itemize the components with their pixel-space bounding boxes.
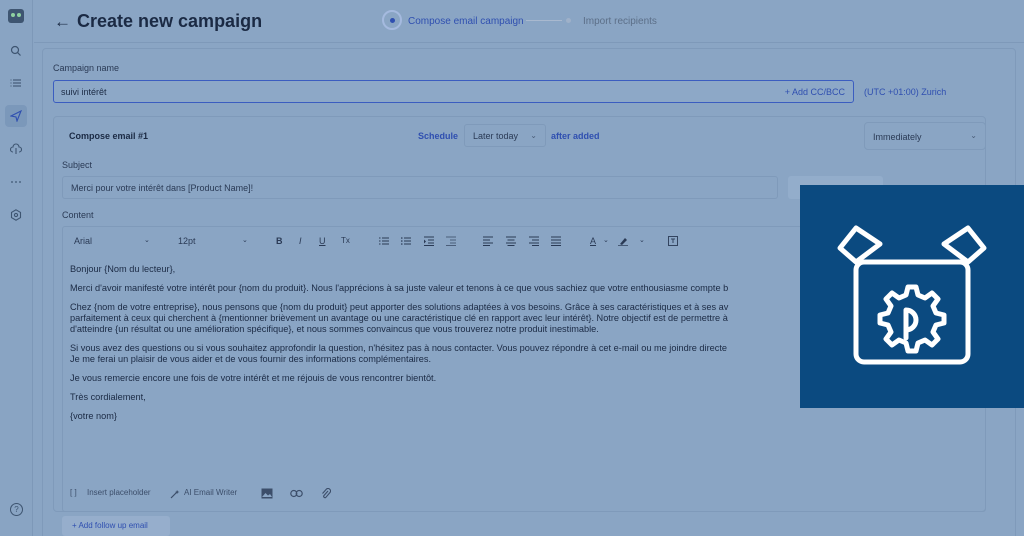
clear-format-button[interactable]: Tx xyxy=(341,230,350,252)
step-active-indicator xyxy=(382,10,402,30)
chevron-down-icon: ⌄ xyxy=(603,237,609,244)
cloud-upload-icon[interactable] xyxy=(5,138,27,160)
step-inactive-indicator xyxy=(566,18,571,23)
insert-placeholder-button[interactable]: Insert placeholder xyxy=(87,488,151,497)
subject-input[interactable]: Merci pour votre intérêt dans [Product N… xyxy=(62,176,778,199)
send-icon[interactable] xyxy=(5,105,27,127)
underline-button[interactable]: U xyxy=(319,230,326,252)
font-family-select[interactable]: Arial xyxy=(74,230,92,252)
font-size-select[interactable]: 12pt xyxy=(178,230,196,252)
email-signature: {votre nom} xyxy=(70,411,117,421)
bold-button[interactable]: B xyxy=(276,230,283,252)
timing-select-value: Immediately xyxy=(873,132,922,142)
compose-email-title: Compose email #1 xyxy=(69,131,149,141)
indent-icon[interactable] xyxy=(424,236,434,246)
magic-pen-icon xyxy=(170,490,180,499)
plugin-box-gear-icon xyxy=(837,225,987,365)
campaign-name-input[interactable]: suivi intérêt + Add CC/BCC xyxy=(53,80,854,103)
search-icon[interactable] xyxy=(5,40,27,62)
email-paragraph: Si vous avez des questions ou si vous so… xyxy=(70,343,728,353)
outdent-icon[interactable] xyxy=(446,236,456,246)
chevron-down-icon: ⌄ xyxy=(530,131,537,140)
add-cc-bcc-button[interactable]: + Add CC/BCC xyxy=(785,87,845,97)
step-import[interactable]: Import recipients xyxy=(583,16,657,27)
email-paragraph-cont: d'atteindre {un résultat ou une améliora… xyxy=(70,324,599,334)
email-paragraph: Merci d'avoir manifesté votre intérêt po… xyxy=(70,283,729,293)
schedule-label: Schedule xyxy=(418,131,459,141)
bullet-list-icon[interactable] xyxy=(401,236,411,246)
plugin-logo-card xyxy=(800,185,1024,408)
email-paragraph-cont: parfaitement à ceux qui cherchent à {men… xyxy=(70,313,728,323)
align-center-icon[interactable] xyxy=(506,236,516,246)
email-body[interactable]: Bonjour {Nom du lecteur}, Merci d'avoir … xyxy=(70,264,810,430)
italic-button[interactable]: I xyxy=(299,230,302,252)
align-justify-icon[interactable] xyxy=(551,236,561,246)
schedule-select[interactable]: Later today ⌄ xyxy=(464,124,546,147)
content-label: Content xyxy=(62,210,94,220)
logo-icon[interactable] xyxy=(8,9,24,23)
sidebar: ? xyxy=(0,0,33,536)
highlight-icon[interactable] xyxy=(618,236,628,246)
email-signoff: Très cordialement, xyxy=(70,392,146,402)
campaign-name-label: Campaign name xyxy=(53,63,120,73)
email-paragraph: Je vous remercie encore une fois de votr… xyxy=(70,373,437,383)
chevron-down-icon: ⌄ xyxy=(639,237,645,244)
chevron-down-icon: ⌄ xyxy=(242,237,248,244)
align-left-icon[interactable] xyxy=(483,236,493,246)
list-icon[interactable] xyxy=(5,72,27,94)
subject-label: Subject xyxy=(62,160,93,170)
email-paragraph: Chez {nom de votre entreprise}, nous pen… xyxy=(70,302,729,312)
back-arrow-icon[interactable]: ← xyxy=(54,12,71,32)
link-icon[interactable] xyxy=(290,489,303,498)
page-title: Create new campaign xyxy=(77,11,263,31)
timezone-link[interactable]: (UTC +01:00) Zurich xyxy=(864,87,946,97)
help-icon[interactable]: ? xyxy=(10,503,23,516)
step-compose[interactable]: Compose email campaign xyxy=(408,16,524,27)
chevron-down-icon: ⌄ xyxy=(144,237,150,244)
text-color-button[interactable]: A xyxy=(590,230,596,252)
ai-email-writer-button[interactable]: AI Email Writer xyxy=(184,488,237,497)
timing-select[interactable]: Immediately ⌄ xyxy=(864,122,986,150)
header-divider xyxy=(34,42,1024,43)
more-icon[interactable] xyxy=(5,171,27,193)
align-right-icon[interactable] xyxy=(529,236,539,246)
add-follow-up-button[interactable]: + Add follow up email xyxy=(62,516,170,536)
email-greeting: Bonjour {Nom du lecteur}, xyxy=(70,264,176,274)
campaign-name-value: suivi intérêt xyxy=(61,87,107,97)
attachment-icon[interactable] xyxy=(321,488,331,499)
schedule-select-value: Later today xyxy=(473,131,519,141)
settings-icon[interactable] xyxy=(5,204,27,226)
chevron-down-icon: ⌄ xyxy=(970,131,977,140)
ordered-list-icon[interactable] xyxy=(379,236,389,246)
placeholder-bracket-icon: [ ] xyxy=(70,488,77,497)
email-paragraph-cont: Je me ferai un plaisir de vous aider et … xyxy=(70,354,432,364)
image-icon[interactable] xyxy=(261,488,273,499)
after-added-label: after added xyxy=(551,131,600,141)
step-connector xyxy=(526,20,562,21)
source-code-icon[interactable] xyxy=(668,236,678,246)
